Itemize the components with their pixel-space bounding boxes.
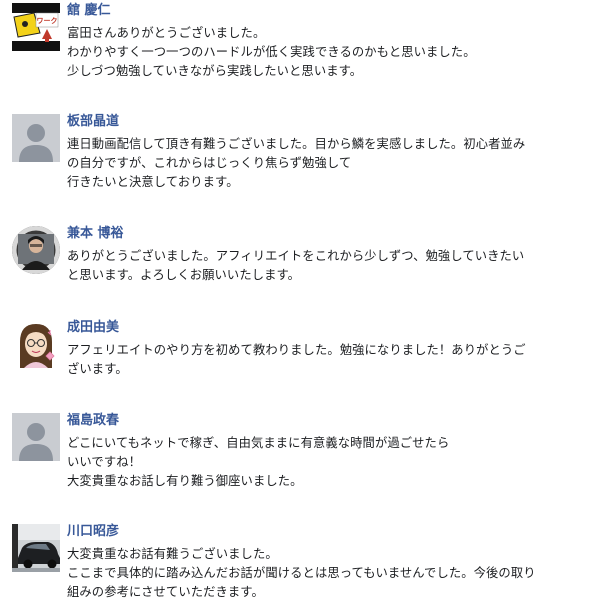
comment-text: どこにいてもネットで稼ぎ、自由気ままに有意義な時間が過ごせたら いいですね！ 大… [67, 434, 592, 491]
comment-line: の自分ですが、これからはじっくり焦らず勉強して [67, 156, 352, 170]
comment-body: 舘 慶仁 富田さんありがとうございました。 わかりやすく一つ一つのハードルが低く… [67, 3, 592, 81]
comment-line: 行きたいと決意しております。 [67, 175, 239, 189]
car-photo-avatar-icon[interactable] [12, 524, 60, 572]
comment-text: 大変貴重なお話有難うございました。 ここまで具体的に踏み込んだお話が聞けるとは思… [67, 545, 592, 602]
comment-body: 福島政春 どこにいてもネットで稼ぎ、自由気ままに有意義な時間が過ごせたら いいで… [67, 413, 592, 491]
comment-line: 大変貴重なお話有難うございました。 [67, 547, 278, 561]
commenter-name[interactable]: 成田由美 [67, 320, 592, 336]
photo-avatar-icon[interactable] [12, 226, 60, 274]
comment-line: どこにいてもネットで稼ぎ、自由気ままに有意義な時間が過ごせたら [67, 436, 450, 450]
commenter-name[interactable]: 福島政春 [67, 413, 592, 429]
comment-line: 大変貴重なお話し有り難う御座いました。 [67, 474, 303, 488]
commenter-name[interactable]: 板部晶道 [67, 114, 592, 130]
default-user-icon[interactable] [12, 413, 60, 461]
commenter-name[interactable]: 舘 慶仁 [67, 3, 592, 19]
comment-line: 富田さんありがとうございました。 [67, 26, 266, 40]
comment-body: 板部晶道 連日動画配信して頂き有難うございました。目から鱗を実感しました。初心者… [67, 114, 592, 192]
comment-line: いいですね！ [67, 455, 142, 469]
comment-body: 兼本 博裕 ありがとうございました。アフィリエイトをこれから少しずつ、勉強してい… [67, 226, 592, 285]
commenter-name[interactable]: 兼本 博裕 [67, 226, 592, 242]
comment-body: 川口昭彦 大変貴重なお話有難うございました。 ここまで具体的に踏み込んだお話が聞… [67, 524, 592, 602]
comment-line: ありがとうございました。アフィリエイトをこれから少しずつ、勉強していきたい [67, 249, 525, 263]
comment-line: 組みの参考にさせていただきます。 [67, 585, 264, 599]
comment-text: ありがとうございました。アフィリエイトをこれから少しずつ、勉強していきたい と思… [67, 247, 592, 285]
comment-line: 連日動画配信して頂き有難うございました。目から鱗を実感しました。初心者並み [67, 137, 526, 151]
logo-avatar-icon[interactable]: ワーク [12, 3, 60, 51]
comment-line: と思います。よろしくお願いいたします。 [67, 268, 301, 282]
commenter-name[interactable]: 川口昭彦 [67, 524, 592, 540]
comment-text: 富田さんありがとうございました。 わかりやすく一つ一つのハードルが低く実践できる… [67, 24, 592, 81]
comment-text: アフェリエイトのやり方を初めて教わりました。勉強になりました！ありがとうご ざい… [67, 341, 592, 379]
comment-text: 連日動画配信して頂き有難うございました。目から鱗を実感しました。初心者並み の自… [67, 135, 592, 192]
comment-line: ざいます。 [67, 362, 128, 376]
comment-line: わかりやすく一つ一つのハードルが低く実践できるのかもと思いました。 [67, 45, 476, 59]
comment-line: 少しづつ勉強していきながら実践したいと思います。 [67, 64, 363, 78]
comment-body: 成田由美 アフェリエイトのやり方を初めて教わりました。勉強になりました！ありがと… [67, 320, 592, 379]
comment-line: アフェリエイトのやり方を初めて教わりました。勉強になりました！ありがとうご [67, 343, 526, 357]
illustration-avatar-icon[interactable] [12, 320, 60, 368]
svg-text:ワーク: ワーク [37, 16, 58, 25]
comment-line: ここまで具体的に踏み込んだお話が聞けるとは思ってもいませんでした。今後の取り [67, 566, 536, 580]
default-user-icon[interactable] [12, 114, 60, 162]
